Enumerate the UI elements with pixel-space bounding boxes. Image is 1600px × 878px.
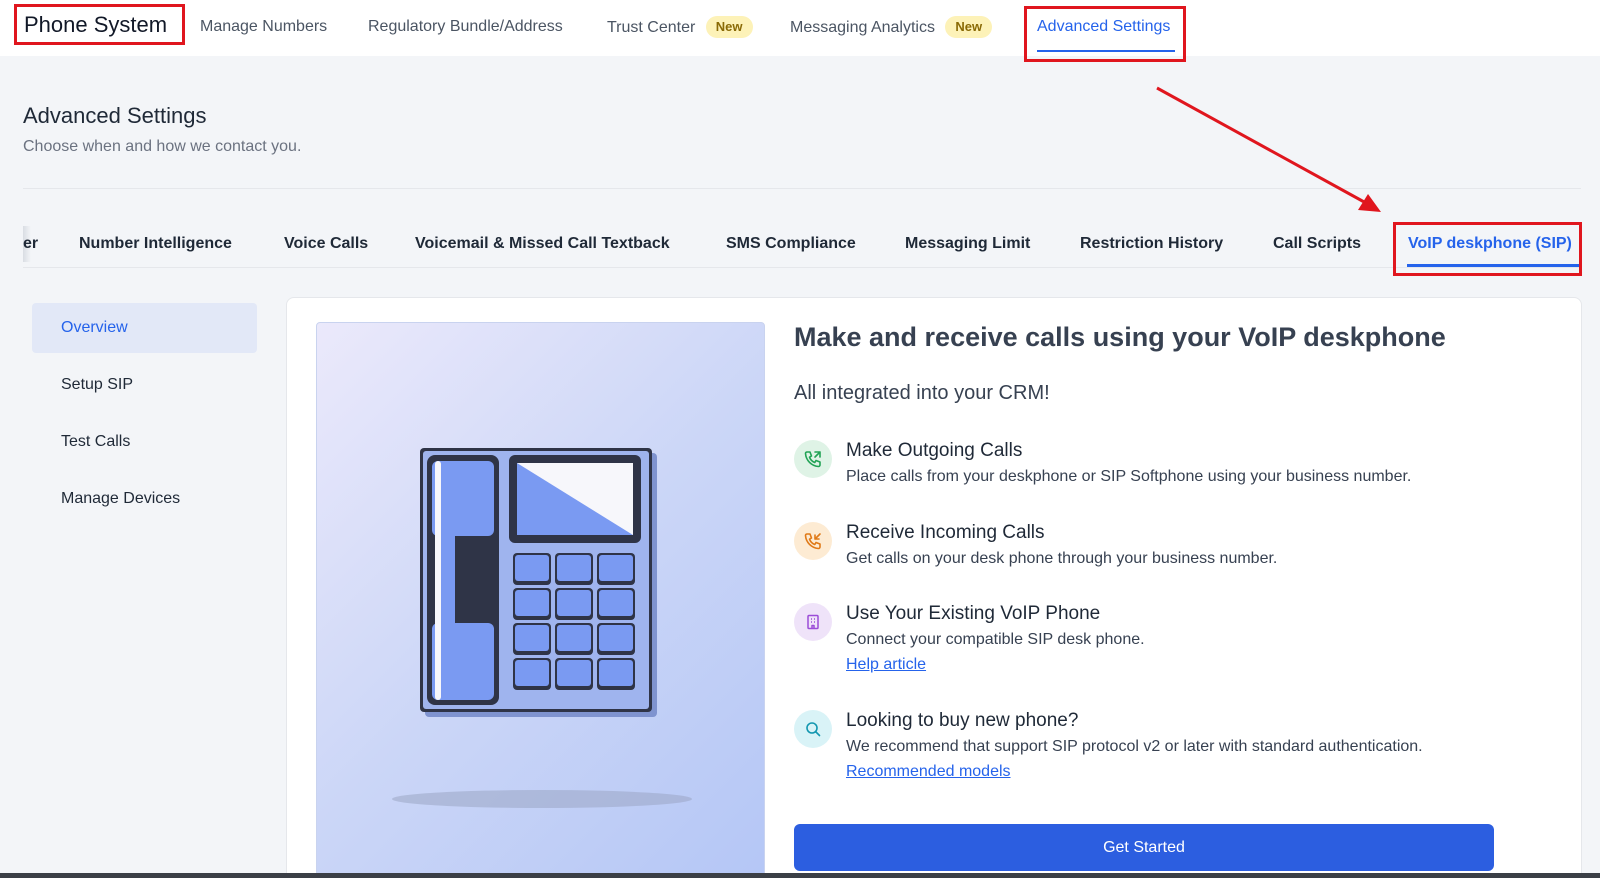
- recommended-models-link[interactable]: Recommended models: [846, 763, 1011, 781]
- sidebar-item-overview[interactable]: Overview: [32, 303, 257, 353]
- tabs-baseline: [23, 267, 1581, 268]
- nav-messaging-analytics[interactable]: Messaging Analytics New: [790, 16, 993, 39]
- nav-label: Regulatory Bundle/Address: [368, 18, 563, 35]
- tab-call-scripts[interactable]: Call Scripts: [1273, 234, 1361, 254]
- feature-description: Place calls from your deskphone or SIP S…: [846, 468, 1412, 485]
- divider: [23, 188, 1581, 189]
- tab-sms-compliance[interactable]: SMS Compliance: [726, 234, 856, 254]
- help-article-link[interactable]: Help article: [846, 656, 926, 674]
- deskphone-icon: [392, 448, 692, 808]
- card-subtitle: All integrated into your CRM!: [794, 382, 1050, 404]
- search-icon: [794, 710, 832, 748]
- nav-label: Trust Center: [607, 19, 696, 36]
- feature-description: Connect your compatible SIP desk phone.: [846, 631, 1145, 648]
- feature-title: Make Outgoing Calls: [846, 440, 1023, 461]
- feature-description: Get calls on your desk phone through you…: [846, 550, 1278, 567]
- app-title: Phone System: [14, 4, 185, 45]
- tab-voicemail-textback[interactable]: Voicemail & Missed Call Textback: [415, 234, 670, 254]
- feature-title: Use Your Existing VoIP Phone: [846, 603, 1101, 624]
- nav-trust-center[interactable]: Trust Center New: [607, 16, 753, 39]
- card-title: Make and receive calls using your VoIP d…: [794, 322, 1446, 352]
- deskphone-illustration: [316, 322, 765, 878]
- tab-restriction-history[interactable]: Restriction History: [1080, 234, 1223, 254]
- sidebar: Overview Setup SIP Test Calls Manage Dev…: [32, 303, 257, 531]
- building-icon: [794, 603, 832, 641]
- feature-title: Looking to buy new phone?: [846, 710, 1079, 731]
- page-subtitle: Choose when and how we contact you.: [23, 138, 302, 155]
- tab-number-intelligence[interactable]: Number Intelligence: [79, 234, 232, 254]
- new-badge: New: [705, 16, 753, 38]
- page-title: Advanced Settings: [23, 103, 207, 128]
- feature-description: We recommend that support SIP protocol v…: [846, 738, 1423, 755]
- sidebar-item-manage-devices[interactable]: Manage Devices: [32, 474, 257, 524]
- nav-label: Manage Numbers: [200, 18, 328, 35]
- top-navigation-bar: Phone System Manage Numbers Regulatory B…: [0, 0, 1600, 56]
- highlight-box-voip-tab: [1393, 222, 1582, 276]
- nav-manage-numbers[interactable]: Manage Numbers: [200, 16, 327, 38]
- sidebar-item-setup-sip[interactable]: Setup SIP: [32, 360, 257, 410]
- highlight-box-advanced-settings: [1024, 6, 1186, 62]
- tab-messaging-limit[interactable]: Messaging Limit: [905, 234, 1030, 254]
- incoming-call-icon: [794, 522, 832, 560]
- nav-regulatory-bundle[interactable]: Regulatory Bundle/Address: [368, 16, 563, 38]
- new-badge: New: [945, 16, 993, 38]
- outgoing-call-icon: [794, 440, 832, 478]
- sidebar-item-test-calls[interactable]: Test Calls: [32, 417, 257, 467]
- settings-tabs: er Number Intelligence Voice Calls Voice…: [23, 222, 1582, 276]
- nav-label: Messaging Analytics: [790, 19, 935, 36]
- tab-truncated[interactable]: er: [23, 234, 38, 254]
- get-started-button[interactable]: Get Started: [794, 824, 1494, 871]
- feature-title: Receive Incoming Calls: [846, 522, 1045, 543]
- tab-voice-calls[interactable]: Voice Calls: [284, 234, 368, 254]
- window-bottom-edge: [0, 873, 1600, 878]
